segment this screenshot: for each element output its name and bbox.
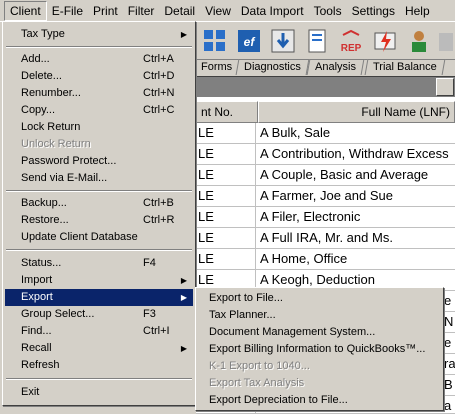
client-menu: Tax Type ▶ Add... Ctrl+A Delete... Ctrl+D R… bbox=[2, 21, 196, 406]
menu-item-recall[interactable]: Recall ▶ bbox=[5, 340, 193, 357]
report-icon[interactable]: REP bbox=[336, 26, 366, 56]
submenu-item-export-billing[interactable]: Export Billing Information to QuickBooks… bbox=[198, 341, 441, 358]
menu-separator bbox=[6, 190, 192, 192]
menu-item-send-email[interactable]: Send via E-Mail... bbox=[5, 170, 193, 187]
table-row[interactable]: LE A Home, Office bbox=[196, 249, 455, 270]
tab-analysis[interactable]: Analysis bbox=[306, 59, 365, 75]
table-row[interactable]: LE A Couple, Basic and Average bbox=[196, 165, 455, 186]
submenu-item-export-depreciation[interactable]: Export Depreciation to File... bbox=[198, 392, 441, 409]
menu-item-password-protect[interactable]: Password Protect... bbox=[5, 153, 193, 170]
submenu-arrow-icon: ▶ bbox=[180, 344, 187, 353]
download-icon[interactable] bbox=[268, 26, 298, 56]
lightning-icon[interactable] bbox=[370, 26, 400, 56]
efile-icon[interactable]: ef bbox=[234, 26, 264, 56]
menu-bar: Client E-File Print Filter Detail View D… bbox=[0, 0, 455, 22]
menu-separator bbox=[6, 46, 192, 48]
submenu-arrow-icon: ▶ bbox=[180, 30, 187, 39]
tab-trial-balance[interactable]: Trial Balance bbox=[364, 59, 446, 75]
table-row[interactable]: LE A Farmer, Joe and Sue bbox=[196, 186, 455, 207]
user-icon[interactable] bbox=[404, 26, 434, 56]
menu-settings[interactable]: Settings bbox=[347, 2, 400, 20]
menu-item-unlock-return: Unlock Return bbox=[21, 138, 91, 150]
svg-text:REP: REP bbox=[341, 43, 362, 54]
menu-item-copy[interactable]: Copy... Ctrl+C bbox=[5, 102, 193, 119]
grid-bar-button[interactable] bbox=[436, 78, 454, 96]
menu-item-export[interactable]: Export ▶ bbox=[5, 289, 193, 306]
menu-help[interactable]: Help bbox=[400, 2, 435, 20]
menu-item-delete[interactable]: Delete... Ctrl+D bbox=[5, 68, 193, 85]
menu-item-backup[interactable]: Backup... Ctrl+B bbox=[5, 195, 193, 212]
submenu-item-document-management[interactable]: Document Management System... bbox=[198, 324, 441, 341]
tab-strip: Forms Diagnostics Analysis Trial Balance bbox=[192, 59, 455, 76]
submenu-arrow-icon: ▶ bbox=[180, 276, 187, 285]
menu-view[interactable]: View bbox=[200, 2, 236, 20]
menu-print[interactable]: Print bbox=[88, 2, 123, 20]
tab-diagnostics[interactable]: Diagnostics bbox=[235, 59, 310, 75]
menu-item-exit[interactable]: Exit bbox=[5, 384, 193, 401]
menu-separator bbox=[6, 378, 192, 380]
tab-forms[interactable]: Forms bbox=[192, 59, 241, 75]
menu-item-import[interactable]: Import ▶ bbox=[5, 272, 193, 289]
submenu-item-k1-export: K-1 Export to 1040... bbox=[209, 360, 310, 372]
menu-item-lock-return[interactable]: Lock Return bbox=[5, 119, 193, 136]
overflow-icon[interactable] bbox=[436, 26, 455, 56]
submenu-arrow-icon: ▶ bbox=[180, 293, 187, 302]
menu-item-find[interactable]: Find... Ctrl+I bbox=[5, 323, 193, 340]
menu-detail[interactable]: Detail bbox=[159, 2, 200, 20]
grid-title-bar bbox=[196, 76, 455, 97]
menu-item-add[interactable]: Add... Ctrl+A bbox=[5, 51, 193, 68]
menu-efile[interactable]: E-File bbox=[47, 2, 88, 20]
menu-separator bbox=[6, 249, 192, 251]
menu-item-refresh[interactable]: Refresh bbox=[5, 357, 193, 374]
table-row[interactable]: LE A Contribution, Withdraw Excess bbox=[196, 144, 455, 165]
table-row[interactable]: LE A Full IRA, Mr. and Ms. bbox=[196, 228, 455, 249]
submenu-item-export-tax-analysis: Export Tax Analysis bbox=[209, 377, 305, 389]
submenu-item-tax-planner[interactable]: Tax Planner... bbox=[198, 307, 441, 324]
menu-item-group-select[interactable]: Group Select... F3 bbox=[5, 306, 193, 323]
table-row[interactable]: LE A Filer, Electronic bbox=[196, 207, 455, 228]
menu-filter[interactable]: Filter bbox=[123, 2, 160, 20]
toolbar: ef REP bbox=[196, 22, 455, 60]
menu-item-renumber[interactable]: Renumber... Ctrl+N bbox=[5, 85, 193, 102]
menu-client[interactable]: Client bbox=[4, 0, 47, 21]
submenu-item-export-to-file[interactable]: Export to File... bbox=[198, 290, 441, 307]
column-header-account[interactable]: nt No. bbox=[196, 101, 258, 123]
menu-item-restore[interactable]: Restore... Ctrl+R bbox=[5, 212, 193, 229]
menu-tools[interactable]: Tools bbox=[309, 2, 347, 20]
grid-tool-icon[interactable] bbox=[200, 26, 230, 56]
export-submenu: Export to File... Tax Planner... Documen… bbox=[195, 287, 444, 411]
menu-item-update-client-database[interactable]: Update Client Database bbox=[5, 229, 193, 246]
bottom-strip bbox=[0, 407, 196, 414]
menu-item-tax-type[interactable]: Tax Type ▶ bbox=[5, 26, 193, 43]
table-row[interactable]: LE A Bulk, Sale bbox=[196, 123, 455, 144]
svg-text:ef: ef bbox=[244, 35, 256, 49]
menu-data-import[interactable]: Data Import bbox=[236, 2, 309, 20]
document-icon[interactable] bbox=[302, 26, 332, 56]
menu-item-status[interactable]: Status... F4 bbox=[5, 255, 193, 272]
column-header-name[interactable]: Full Name (LNF) bbox=[258, 101, 455, 123]
